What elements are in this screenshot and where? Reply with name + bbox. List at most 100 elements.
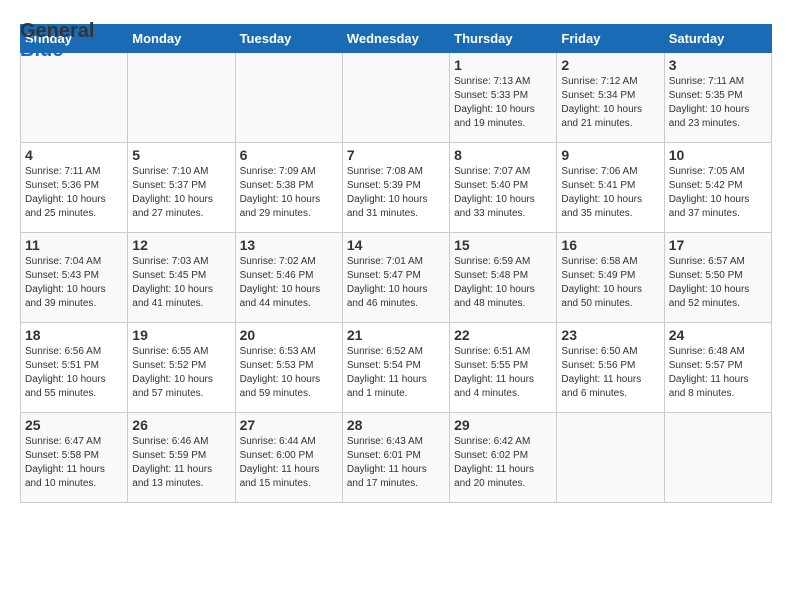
calendar-cell: 3 Sunrise: 7:11 AM Sunset: 5:35 PM Daylig… [664, 53, 771, 143]
day-number: 4 [25, 147, 123, 163]
calendar-cell: 24 Sunrise: 6:48 AM Sunset: 5:57 PM Dayli… [664, 323, 771, 413]
day-number: 7 [347, 147, 445, 163]
day-number: 2 [561, 57, 659, 73]
day-info: Sunrise: 7:05 AM Sunset: 5:42 PM Dayligh… [669, 165, 767, 221]
calendar-header: SundayMondayTuesdayWednesdayThursdayFrid… [21, 25, 772, 53]
calendar-cell: 27 Sunrise: 6:44 AM Sunset: 6:00 PM Dayli… [235, 413, 342, 503]
calendar-cell: 15 Sunrise: 6:59 AM Sunset: 5:48 PM Dayli… [450, 233, 557, 323]
calendar-cell [342, 53, 449, 143]
calendar-cell: 8 Sunrise: 7:07 AM Sunset: 5:40 PM Daylig… [450, 143, 557, 233]
calendar-cell [235, 53, 342, 143]
weekday-header: Wednesday [342, 25, 449, 53]
day-number: 25 [25, 417, 123, 433]
day-info: Sunrise: 6:51 AM Sunset: 5:55 PM Dayligh… [454, 345, 552, 401]
calendar-cell: 1 Sunrise: 7:13 AM Sunset: 5:33 PM Daylig… [450, 53, 557, 143]
calendar-cell: 14 Sunrise: 7:01 AM Sunset: 5:47 PM Dayli… [342, 233, 449, 323]
calendar-cell: 7 Sunrise: 7:08 AM Sunset: 5:39 PM Daylig… [342, 143, 449, 233]
calendar-cell [557, 413, 664, 503]
calendar-cell: 12 Sunrise: 7:03 AM Sunset: 5:45 PM Dayli… [128, 233, 235, 323]
day-number: 21 [347, 327, 445, 343]
calendar-week-row: 11Sunrise: 7:04 AM Sunset: 5:43 PM Dayli… [21, 233, 772, 323]
weekday-header: Tuesday [235, 25, 342, 53]
logo-blue: Blue [20, 39, 63, 62]
day-info: Sunrise: 6:59 AM Sunset: 5:48 PM Dayligh… [454, 255, 552, 311]
day-number: 14 [347, 237, 445, 253]
day-number: 29 [454, 417, 552, 433]
day-info: Sunrise: 7:10 AM Sunset: 5:37 PM Dayligh… [132, 165, 230, 221]
calendar-cell: 10 Sunrise: 7:05 AM Sunset: 5:42 PM Dayli… [664, 143, 771, 233]
day-info: Sunrise: 7:06 AM Sunset: 5:41 PM Dayligh… [561, 165, 659, 221]
day-info: Sunrise: 6:48 AM Sunset: 5:57 PM Dayligh… [669, 345, 767, 401]
calendar-cell [21, 53, 128, 143]
weekday-header: Friday [557, 25, 664, 53]
calendar-cell: 21 Sunrise: 6:52 AM Sunset: 5:54 PM Dayli… [342, 323, 449, 413]
day-info: Sunrise: 7:11 AM Sunset: 5:35 PM Dayligh… [669, 75, 767, 131]
day-number: 13 [240, 237, 338, 253]
calendar-cell: 20 Sunrise: 6:53 AM Sunset: 5:53 PM Dayli… [235, 323, 342, 413]
day-info: Sunrise: 6:52 AM Sunset: 5:54 PM Dayligh… [347, 345, 445, 401]
calendar-cell: 4Sunrise: 7:11 AM Sunset: 5:36 PM Daylig… [21, 143, 128, 233]
weekday-header: Saturday [664, 25, 771, 53]
calendar-cell: 17 Sunrise: 6:57 AM Sunset: 5:50 PM Dayli… [664, 233, 771, 323]
calendar-cell [664, 413, 771, 503]
calendar-cell: 11Sunrise: 7:04 AM Sunset: 5:43 PM Dayli… [21, 233, 128, 323]
day-info: Sunrise: 7:08 AM Sunset: 5:39 PM Dayligh… [347, 165, 445, 221]
day-number: 22 [454, 327, 552, 343]
logo: General ► Blue [20, 20, 114, 62]
day-info: Sunrise: 7:12 AM Sunset: 5:34 PM Dayligh… [561, 75, 659, 131]
day-info: Sunrise: 7:07 AM Sunset: 5:40 PM Dayligh… [454, 165, 552, 221]
calendar-table: SundayMondayTuesdayWednesdayThursdayFrid… [20, 24, 772, 503]
day-info: Sunrise: 7:02 AM Sunset: 5:46 PM Dayligh… [240, 255, 338, 311]
day-info: Sunrise: 6:57 AM Sunset: 5:50 PM Dayligh… [669, 255, 767, 311]
day-number: 24 [669, 327, 767, 343]
weekday-header: Monday [128, 25, 235, 53]
day-number: 26 [132, 417, 230, 433]
calendar-cell: 29 Sunrise: 6:42 AM Sunset: 6:02 PM Dayli… [450, 413, 557, 503]
calendar-week-row: 18 Sunrise: 6:56 AM Sunset: 5:51 PM Dayli… [21, 323, 772, 413]
day-number: 23 [561, 327, 659, 343]
day-number: 11 [25, 237, 123, 253]
day-info: Sunrise: 6:44 AM Sunset: 6:00 PM Dayligh… [240, 435, 338, 491]
day-info: Sunrise: 7:13 AM Sunset: 5:33 PM Dayligh… [454, 75, 552, 131]
day-number: 1 [454, 57, 552, 73]
day-number: 12 [132, 237, 230, 253]
day-info: Sunrise: 6:47 AM Sunset: 5:58 PM Dayligh… [25, 435, 123, 491]
day-info: Sunrise: 7:09 AM Sunset: 5:38 PM Dayligh… [240, 165, 338, 221]
day-number: 19 [132, 327, 230, 343]
day-number: 6 [240, 147, 338, 163]
calendar-cell: 6 Sunrise: 7:09 AM Sunset: 5:38 PM Daylig… [235, 143, 342, 233]
day-number: 18 [25, 327, 123, 343]
day-info: Sunrise: 6:46 AM Sunset: 5:59 PM Dayligh… [132, 435, 230, 491]
calendar-cell: 16Sunrise: 6:58 AM Sunset: 5:49 PM Dayli… [557, 233, 664, 323]
day-number: 15 [454, 237, 552, 253]
calendar-cell: 25 Sunrise: 6:47 AM Sunset: 5:58 PM Dayli… [21, 413, 128, 503]
calendar-week-row: 25 Sunrise: 6:47 AM Sunset: 5:58 PM Dayli… [21, 413, 772, 503]
weekday-header: Thursday [450, 25, 557, 53]
day-info: Sunrise: 6:42 AM Sunset: 6:02 PM Dayligh… [454, 435, 552, 491]
calendar-cell: 5 Sunrise: 7:10 AM Sunset: 5:37 PM Daylig… [128, 143, 235, 233]
day-info: Sunrise: 7:01 AM Sunset: 5:47 PM Dayligh… [347, 255, 445, 311]
day-number: 17 [669, 237, 767, 253]
calendar-cell: 26 Sunrise: 6:46 AM Sunset: 5:59 PM Dayli… [128, 413, 235, 503]
day-info: Sunrise: 6:50 AM Sunset: 5:56 PM Dayligh… [561, 345, 659, 401]
day-number: 20 [240, 327, 338, 343]
calendar-cell: 13 Sunrise: 7:02 AM Sunset: 5:46 PM Dayli… [235, 233, 342, 323]
day-number: 9 [561, 147, 659, 163]
day-number: 10 [669, 147, 767, 163]
day-info: Sunrise: 6:55 AM Sunset: 5:52 PM Dayligh… [132, 345, 230, 401]
day-number: 5 [132, 147, 230, 163]
day-info: Sunrise: 6:56 AM Sunset: 5:51 PM Dayligh… [25, 345, 123, 401]
logo-arrow-icon: ► [96, 21, 114, 42]
day-number: 27 [240, 417, 338, 433]
calendar-cell: 18 Sunrise: 6:56 AM Sunset: 5:51 PM Dayli… [21, 323, 128, 413]
day-number: 3 [669, 57, 767, 73]
calendar-cell [128, 53, 235, 143]
day-info: Sunrise: 6:53 AM Sunset: 5:53 PM Dayligh… [240, 345, 338, 401]
calendar-week-row: 4Sunrise: 7:11 AM Sunset: 5:36 PM Daylig… [21, 143, 772, 233]
day-info: Sunrise: 7:03 AM Sunset: 5:45 PM Dayligh… [132, 255, 230, 311]
day-info: Sunrise: 6:58 AM Sunset: 5:49 PM Dayligh… [561, 255, 659, 311]
day-number: 8 [454, 147, 552, 163]
day-info: Sunrise: 6:43 AM Sunset: 6:01 PM Dayligh… [347, 435, 445, 491]
calendar-cell: 2 Sunrise: 7:12 AM Sunset: 5:34 PM Daylig… [557, 53, 664, 143]
day-number: 28 [347, 417, 445, 433]
